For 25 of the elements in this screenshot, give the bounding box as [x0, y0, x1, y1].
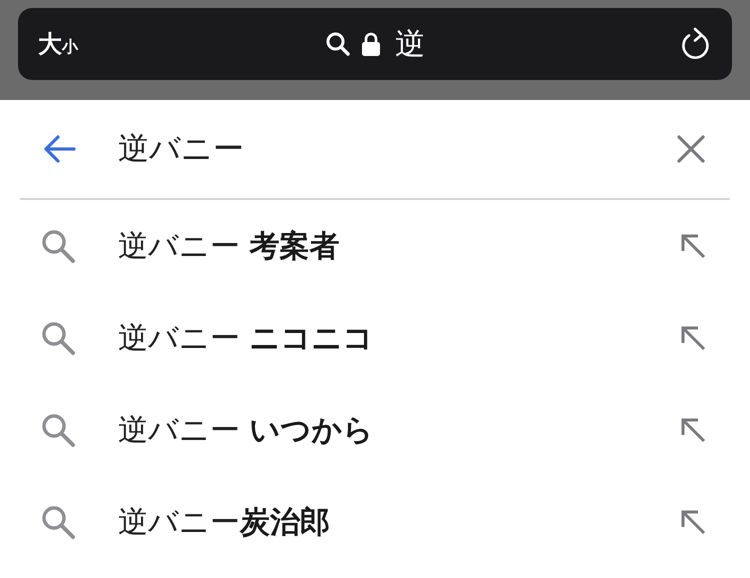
fill-in-arrow-icon[interactable] — [680, 325, 706, 351]
suggestion-item[interactable]: 逆バニー 考案者 — [0, 200, 750, 292]
search-icon — [40, 320, 76, 356]
suggestion-item[interactable]: 逆バニー炭治郎 — [0, 476, 750, 568]
text-size-button[interactable]: 大小 — [38, 28, 78, 60]
suggestion-text: 逆バニー 考案者 — [118, 228, 341, 266]
suggestion-text: 逆バニー いつから — [118, 412, 375, 450]
lock-icon — [361, 31, 381, 57]
suggestion-item[interactable]: 逆バニー いつから — [0, 384, 750, 476]
search-icon — [40, 504, 76, 540]
suggestion-text: 逆バニー炭治郎 — [118, 504, 331, 542]
close-icon[interactable] — [676, 134, 706, 164]
reload-icon[interactable] — [680, 27, 712, 61]
search-icon — [325, 31, 351, 57]
fill-in-arrow-icon[interactable] — [680, 417, 706, 443]
search-field[interactable]: 逆バニー — [118, 131, 676, 167]
suggestion-item[interactable]: 逆バニー ニコニコ — [0, 292, 750, 384]
search-icon — [40, 228, 76, 264]
suggestion-text: 逆バニー ニコニコ — [118, 320, 375, 358]
url-text: 逆 — [395, 26, 425, 64]
search-icon — [40, 412, 76, 448]
fill-in-arrow-icon[interactable] — [680, 509, 706, 535]
address-bar[interactable]: 大小 逆 — [18, 8, 732, 80]
fill-in-arrow-icon[interactable] — [680, 233, 706, 259]
back-arrow-icon[interactable] — [42, 134, 76, 164]
